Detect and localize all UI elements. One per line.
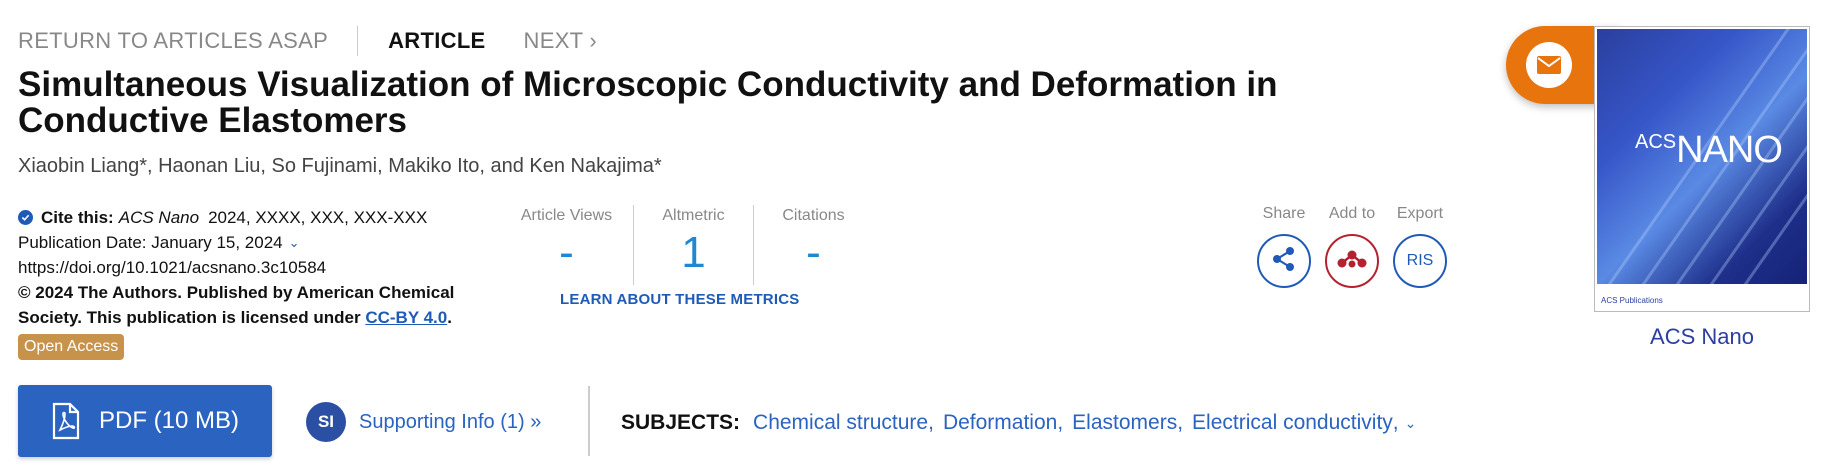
article-tab[interactable]: ARTICLE bbox=[388, 28, 485, 54]
publication-date-text: Publication Date: January 15, 2024 bbox=[18, 233, 283, 252]
license-statement: © 2024 The Authors. Published by America… bbox=[18, 280, 468, 330]
metric-value[interactable]: 1 bbox=[634, 231, 753, 275]
subject-link[interactable]: Elastomers bbox=[1072, 411, 1177, 435]
citation-block: Cite this: ACS Nano 2024, XXXX, XXX, XXX… bbox=[18, 205, 468, 360]
cover-artwork: ACSNANO bbox=[1597, 29, 1807, 284]
open-access-badge: Open Access bbox=[18, 334, 125, 360]
supporting-info-link[interactable]: SI Supporting Info (1) » bbox=[306, 402, 541, 442]
nav-divider bbox=[357, 26, 359, 56]
bottom-divider bbox=[588, 386, 590, 456]
pdf-download-button[interactable]: PDF (10 MB) bbox=[18, 385, 272, 457]
license-end: . bbox=[447, 308, 452, 327]
article-metrics: Article Views - Altmetric 1 Citations - bbox=[500, 205, 873, 285]
cc-by-license-link[interactable]: CC-BY 4.0 bbox=[365, 308, 447, 327]
cite-this-line[interactable]: Cite this: ACS Nano 2024, XXXX, XXX, XXX… bbox=[18, 205, 468, 230]
metric-value: - bbox=[559, 228, 574, 277]
metric-value: - bbox=[806, 228, 821, 277]
share-action: Share bbox=[1250, 205, 1318, 288]
author-list[interactable]: Xiaobin Liang*, Haonan Liu, So Fujinami,… bbox=[18, 155, 662, 178]
metric-citations: Citations - bbox=[753, 205, 873, 285]
metric-label: Article Views bbox=[520, 207, 613, 224]
share-button[interactable] bbox=[1257, 234, 1311, 288]
acs-publications-logo: ACS Publications bbox=[1601, 296, 1663, 305]
cite-details: 2024, XXXX, XXX, XXX-XXX bbox=[208, 208, 428, 227]
supporting-info-label: Supporting Info (1) » bbox=[359, 410, 542, 433]
ris-label: RIS bbox=[1406, 252, 1434, 269]
subject-link[interactable]: Electrical conductivity bbox=[1192, 411, 1393, 435]
add-to-action: Add to bbox=[1318, 205, 1386, 288]
article-nav: RETURN TO ARTICLES ASAP ARTICLE NEXT › bbox=[18, 24, 597, 58]
article-title: Simultaneous Visualization of Microscopi… bbox=[18, 65, 1278, 140]
export-action: Export RIS bbox=[1386, 205, 1454, 288]
subjects-list: SUBJECTS: Chemical structure, Deformatio… bbox=[621, 411, 1417, 435]
share-icon bbox=[1270, 245, 1298, 278]
cite-journal: ACS Nano bbox=[118, 208, 200, 227]
chevron-down-icon[interactable]: ⌄ bbox=[1405, 415, 1417, 432]
pdf-icon bbox=[51, 402, 81, 440]
chevron-down-icon: ⌄ bbox=[288, 235, 300, 250]
si-badge: SI bbox=[306, 402, 346, 442]
pdf-label: PDF (10 MB) bbox=[98, 407, 239, 434]
metric-label: Citations bbox=[782, 207, 845, 224]
journal-name-link[interactable]: ACS Nano bbox=[1594, 324, 1810, 350]
export-ris-button[interactable]: RIS bbox=[1393, 234, 1447, 288]
envelope-icon bbox=[1526, 42, 1572, 88]
metric-altmetric[interactable]: Altmetric 1 bbox=[633, 205, 753, 285]
add-to-label: Add to bbox=[1328, 205, 1376, 222]
return-to-articles-link[interactable]: RETURN TO ARTICLES ASAP bbox=[18, 28, 328, 54]
subjects-label: SUBJECTS: bbox=[621, 411, 741, 434]
share-label: Share bbox=[1262, 205, 1306, 222]
mendeley-icon bbox=[1336, 247, 1368, 276]
metric-label: Altmetric bbox=[662, 207, 725, 224]
cite-label: Cite this: bbox=[41, 208, 114, 227]
doi-link[interactable]: https://doi.org/10.1021/acsnano.3c10584 bbox=[18, 255, 468, 280]
check-circle-icon bbox=[18, 210, 33, 225]
metric-article-views: Article Views - bbox=[500, 205, 633, 285]
journal-cover-image[interactable]: ACSNANO ACS Publications bbox=[1594, 26, 1810, 312]
acs-nano-logo: ACSNANO bbox=[1635, 129, 1783, 171]
next-label: NEXT bbox=[523, 28, 584, 53]
export-label: Export bbox=[1396, 205, 1444, 222]
subject-link[interactable]: Deformation bbox=[943, 411, 1057, 435]
publication-date[interactable]: Publication Date: January 15, 2024 ⌄ bbox=[18, 230, 468, 255]
add-to-mendeley-button[interactable] bbox=[1325, 234, 1379, 288]
subject-link[interactable]: Chemical structure bbox=[753, 411, 928, 435]
article-actions: Share Add to Export RIS bbox=[1250, 205, 1454, 288]
learn-about-metrics-link[interactable]: LEARN ABOUT THESE METRICS bbox=[560, 291, 799, 308]
chevron-right-icon: › bbox=[589, 28, 598, 53]
next-article-link[interactable]: NEXT › bbox=[524, 28, 598, 54]
